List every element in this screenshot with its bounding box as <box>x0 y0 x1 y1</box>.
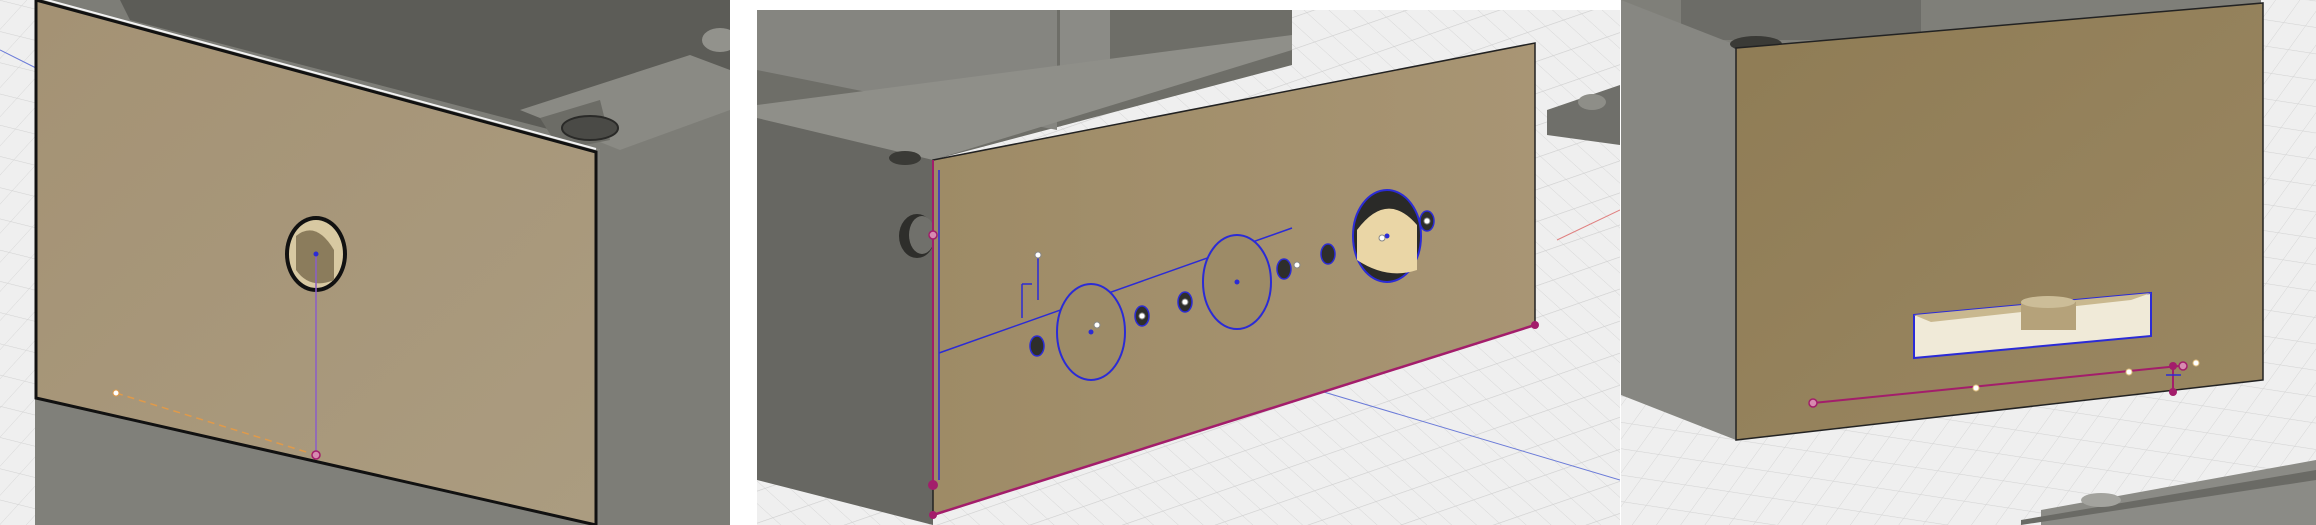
sketch-endpoint[interactable] <box>2169 388 2177 396</box>
viewport-collage <box>0 0 2316 525</box>
viewport-2-canvas[interactable] <box>757 10 1620 525</box>
sketch-point[interactable] <box>2125 368 2133 376</box>
sketch-point[interactable] <box>1181 298 1189 306</box>
hole-small[interactable] <box>1276 258 1292 280</box>
sketch-endpoint[interactable] <box>2169 362 2177 370</box>
sketch-point[interactable] <box>1293 261 1301 269</box>
sketch-endpoint[interactable] <box>1808 398 1818 408</box>
cad-viewport-2[interactable] <box>757 10 1620 525</box>
hole-center-point[interactable] <box>313 251 319 257</box>
adjacent-part-post <box>2081 493 2121 507</box>
box-left-wall <box>757 110 933 525</box>
screw-post-hole <box>889 151 921 165</box>
sketch-endpoint[interactable] <box>311 450 321 460</box>
sketch-point[interactable] <box>1034 251 1042 259</box>
sketch-point[interactable] <box>1423 217 1431 225</box>
bracket-post <box>1578 94 1606 110</box>
sketch-point[interactable] <box>1378 234 1386 242</box>
viewport-3-canvas[interactable] <box>1621 0 2316 525</box>
hole-small[interactable] <box>1320 243 1336 265</box>
sketch-point[interactable] <box>2192 359 2200 367</box>
cad-viewport-1[interactable] <box>0 0 730 525</box>
sketch-point[interactable] <box>112 389 120 397</box>
hole-center-point[interactable] <box>1088 329 1094 335</box>
hole-small[interactable] <box>1029 335 1045 357</box>
sketch-endpoint[interactable] <box>929 511 937 519</box>
hole-center-point[interactable] <box>1234 279 1240 285</box>
viewport-1-canvas[interactable] <box>0 0 730 525</box>
box-left-wall <box>1621 0 1736 440</box>
box-interior <box>1681 0 1921 40</box>
sketch-point[interactable] <box>1972 384 1980 392</box>
cad-viewport-3[interactable] <box>1621 0 2316 525</box>
sketch-endpoint[interactable] <box>928 230 938 240</box>
slot-standoff-top <box>2021 296 2075 308</box>
panel-separator <box>730 0 757 525</box>
sketch-point[interactable] <box>1093 321 1101 329</box>
sketch-point[interactable] <box>1138 312 1146 320</box>
sketch-endpoint[interactable] <box>2178 361 2188 371</box>
sketch-endpoint[interactable] <box>1531 321 1539 329</box>
selected-face[interactable] <box>1735 2 2264 441</box>
sketch-endpoint[interactable] <box>928 480 938 490</box>
screw-post-hole <box>561 115 619 141</box>
